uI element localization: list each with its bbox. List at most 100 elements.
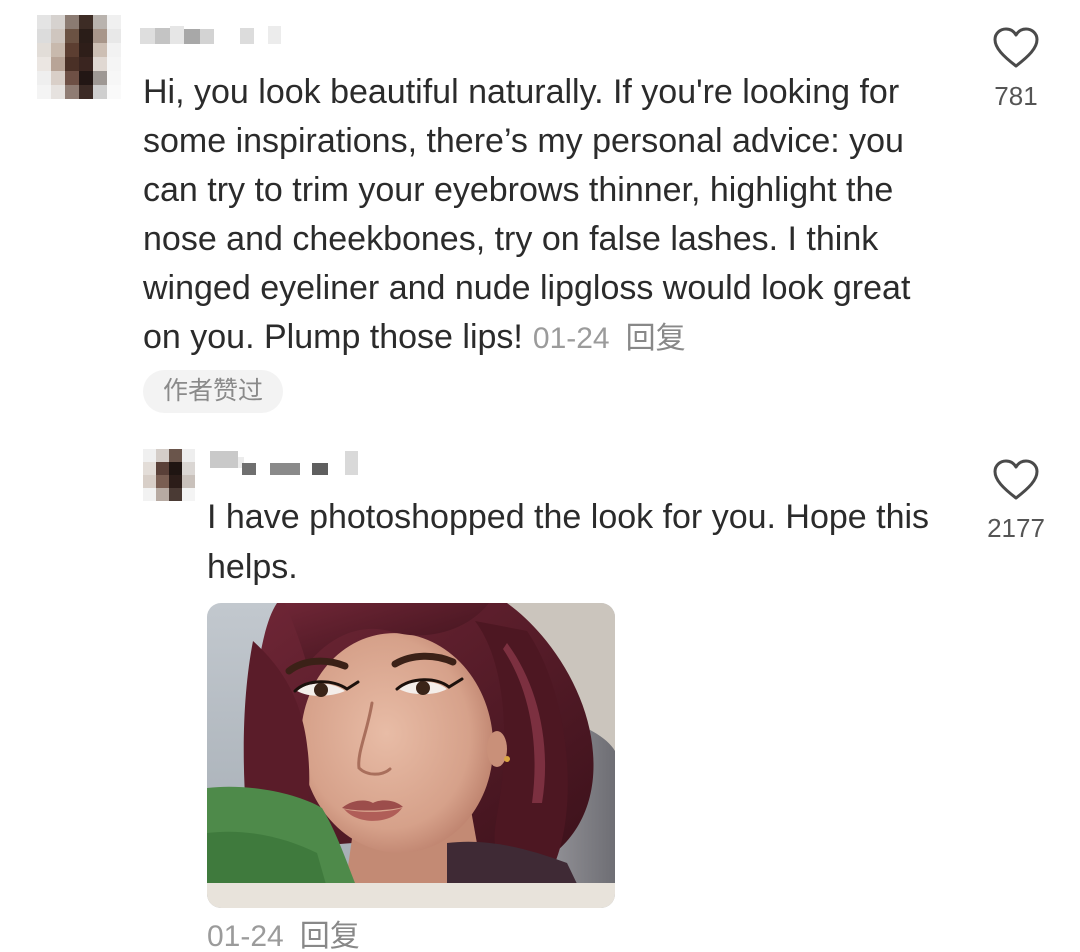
mosaic-cell [107, 15, 121, 29]
comment-line: Hi, you look beautiful naturally. If you… [143, 73, 900, 111]
author-liked-badge: 作者赞过 [143, 370, 284, 413]
mosaic-cell [51, 85, 65, 99]
mosaic-cell [65, 43, 79, 57]
comment-line: winged eyeliner and nude lipgloss would … [143, 269, 911, 307]
mosaic-cell [156, 462, 169, 475]
reply-line: I have photoshopped the look for you. Ho… [207, 498, 930, 536]
mosaic-cell [240, 28, 254, 44]
mosaic-cell [51, 15, 65, 29]
replier-username-pixelated[interactable] [210, 451, 360, 477]
mosaic-cell [200, 29, 214, 44]
mosaic-cell [37, 43, 51, 57]
mosaic-cell [37, 85, 51, 99]
mosaic-cell [270, 463, 300, 475]
mosaic-cell [65, 57, 79, 71]
comment-timestamp: 01-24 [532, 322, 610, 355]
mosaic-cell [182, 462, 195, 475]
mosaic-cell [143, 475, 156, 488]
mosaic-cell [65, 29, 79, 43]
mosaic-cell [182, 488, 195, 501]
mosaic-cell [182, 475, 195, 488]
mosaic-cell [93, 43, 107, 57]
mosaic-cell [169, 475, 182, 488]
comment-last-line: on you. Plump those lips! 01-24 回复 [143, 313, 910, 363]
mosaic-cell [65, 15, 79, 29]
mosaic-cell [107, 43, 121, 57]
comment-line: on you. Plump those lips! [143, 318, 523, 356]
mosaic-cell [37, 71, 51, 85]
comment-line: some inspirations, there’s my personal a… [143, 122, 904, 160]
mosaic-cell [37, 15, 51, 29]
photo-right-iris [416, 681, 430, 695]
mosaic-cell [93, 71, 107, 85]
mosaic-cell [107, 57, 121, 71]
like-count: 781 [994, 81, 1038, 111]
mosaic-cell [79, 29, 93, 43]
mosaic-cell [93, 85, 107, 99]
mosaic-cell [169, 449, 182, 462]
mosaic-cell [51, 57, 65, 71]
mosaic-cell [79, 57, 93, 71]
photo-bottom-strip [207, 883, 615, 908]
mosaic-cell [79, 15, 93, 29]
mosaic-cell [184, 29, 200, 44]
mosaic-cell [143, 462, 156, 475]
mosaic-cell [140, 28, 155, 44]
reply-body[interactable]: I have photoshopped the look for you. Ho… [207, 492, 929, 592]
mosaic-cell [156, 475, 169, 488]
mosaic-cell [169, 488, 182, 501]
heart-outline [993, 27, 1039, 68]
reply-like-button[interactable]: 2177 [986, 458, 1046, 543]
mosaic-cell [268, 26, 281, 44]
mosaic-cell [37, 57, 51, 71]
mosaic-cell [169, 462, 182, 475]
comment-thread: Hi, you look beautiful naturally. If you… [0, 0, 1080, 952]
comment-line: nose and cheekbones, try on false lashes… [143, 220, 879, 258]
mosaic-cell [107, 71, 121, 85]
mosaic-cell [143, 488, 156, 501]
mosaic-cell [79, 85, 93, 99]
mosaic-cell [79, 71, 93, 85]
mosaic-cell [182, 449, 195, 462]
mosaic-cell [93, 15, 107, 29]
mosaic-cell [51, 71, 65, 85]
mosaic-cell [79, 43, 93, 57]
replier-avatar[interactable] [143, 449, 195, 501]
mosaic-cell [93, 57, 107, 71]
photo-earring [504, 756, 510, 762]
reply-line: helps. [207, 548, 298, 586]
mosaic-cell [65, 85, 79, 99]
commenter-avatar[interactable] [37, 15, 121, 99]
mosaic-cell [156, 449, 169, 462]
reply-timestamp: 01-24 [207, 920, 284, 952]
reply-button[interactable]: 回复 [626, 322, 686, 355]
mosaic-cell [242, 463, 256, 475]
mosaic-cell [51, 29, 65, 43]
mosaic-cell [143, 449, 156, 462]
mosaic-cell [51, 43, 65, 57]
commenter-username-pixelated[interactable] [140, 26, 295, 46]
mosaic-cell [210, 451, 238, 468]
mosaic-cell [170, 26, 184, 44]
reply-photo[interactable] [207, 603, 615, 908]
heart-outline [993, 459, 1039, 500]
mosaic-cell [156, 488, 169, 501]
like-count: 2177 [987, 513, 1045, 543]
mosaic-cell [107, 85, 121, 99]
comment-body[interactable]: Hi, you look beautiful naturally. If you… [143, 68, 910, 363]
comment-line: can try to trim your eyebrows thinner, h… [143, 171, 894, 209]
photo-left-iris [314, 683, 328, 697]
reply-meta-row: 01-24 回复 [207, 922, 360, 952]
heart-icon [993, 459, 1039, 500]
comment-like-button[interactable]: 781 [986, 26, 1046, 111]
mosaic-cell [345, 451, 358, 475]
mosaic-cell [155, 28, 170, 44]
photo-ear [487, 731, 507, 767]
mosaic-cell [312, 463, 328, 475]
mosaic-cell [107, 29, 121, 43]
mosaic-cell [37, 29, 51, 43]
mosaic-cell [65, 71, 79, 85]
photo-image [207, 603, 615, 908]
heart-icon [993, 27, 1039, 68]
reply-button[interactable]: 回复 [300, 920, 360, 952]
